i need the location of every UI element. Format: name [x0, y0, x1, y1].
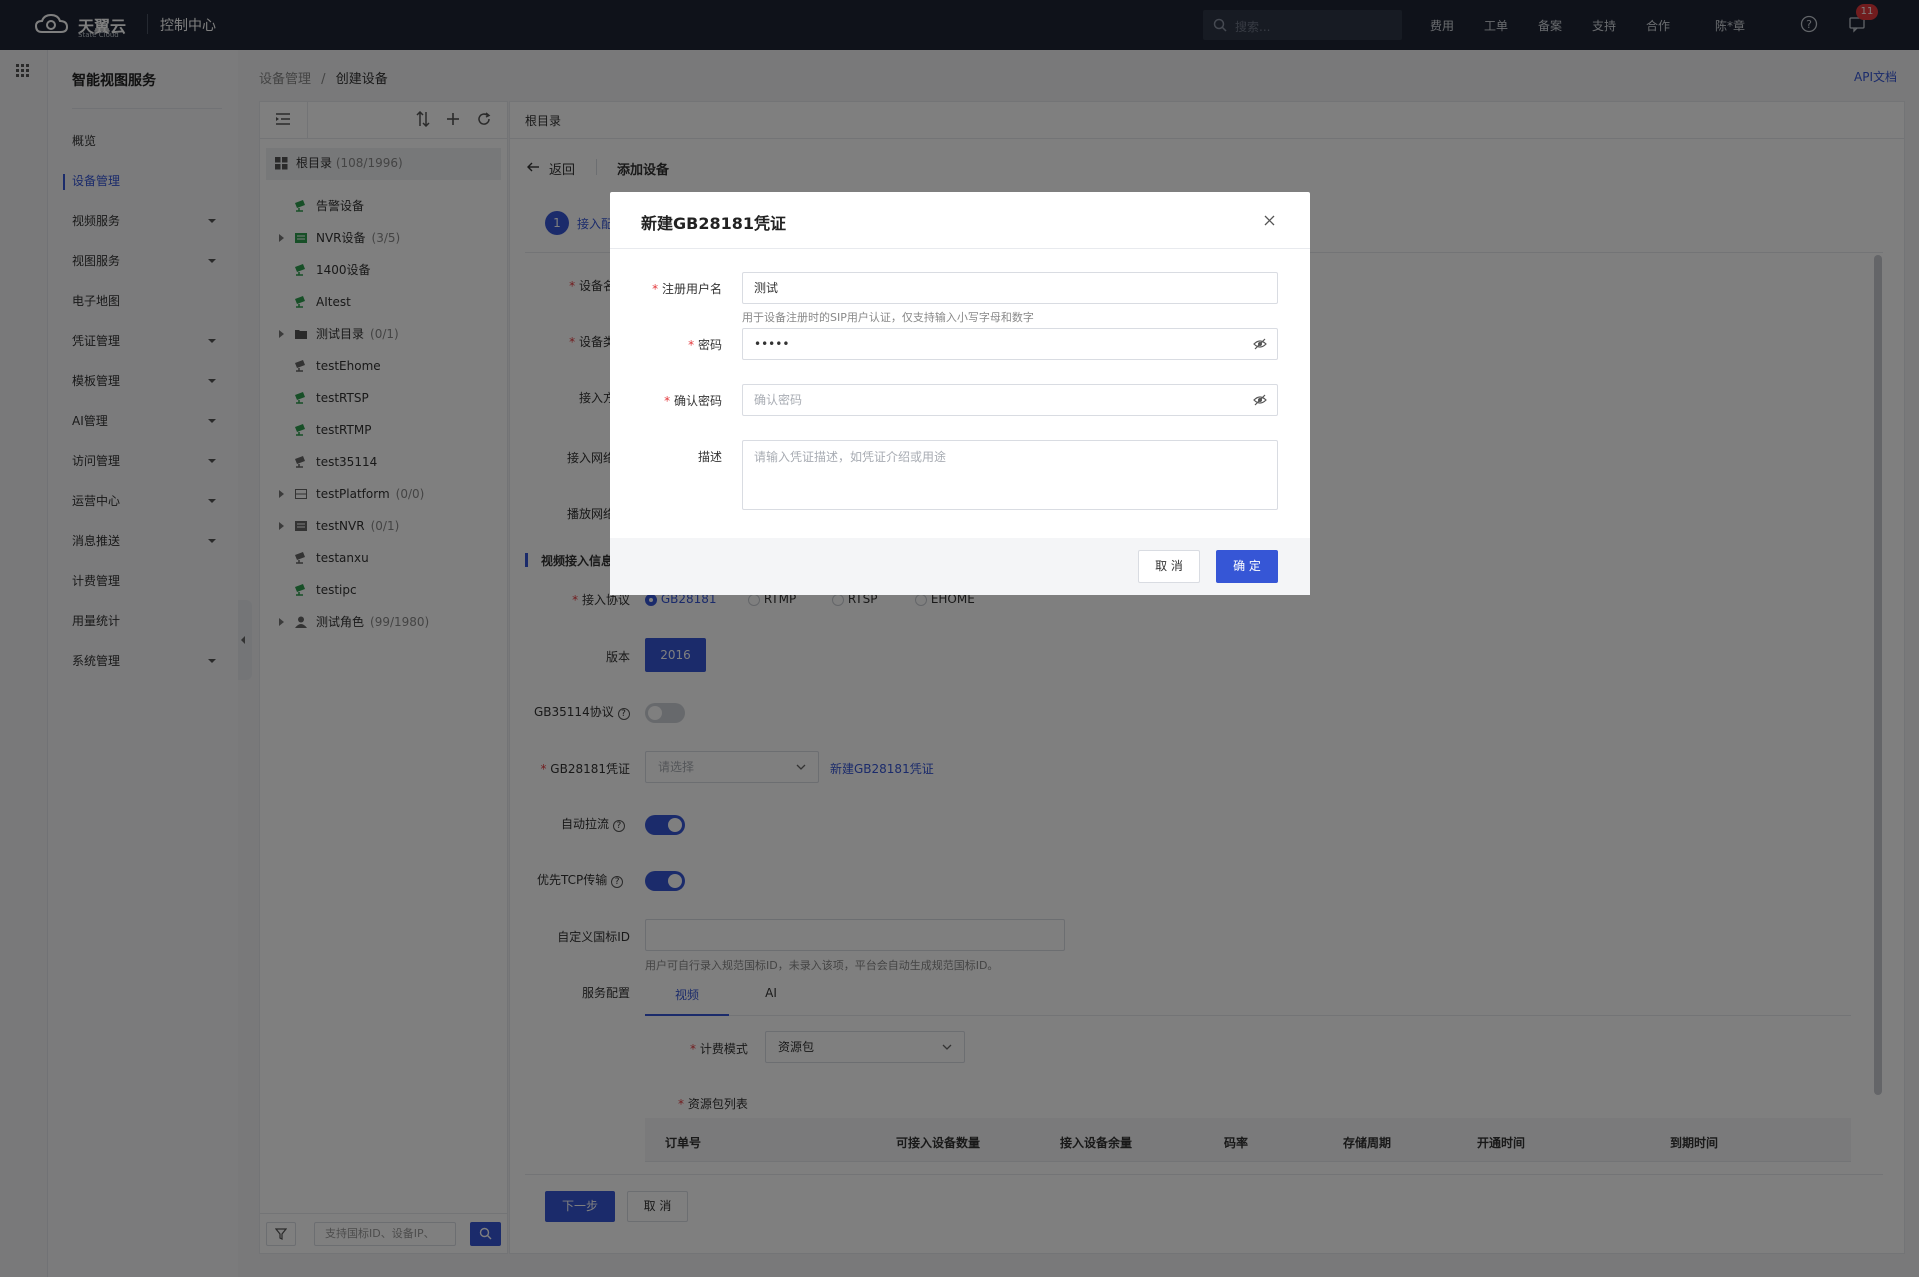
password-label: * 密码: [688, 338, 722, 352]
description-textarea[interactable]: 请输入凭证描述，如凭证介绍或用途: [742, 440, 1278, 510]
description-label: 描述: [697, 450, 722, 464]
dialog-confirm-button[interactable]: 确 定: [1216, 550, 1278, 583]
confirm-password-input[interactable]: 确认密码: [742, 384, 1278, 416]
password-value: •••••: [754, 337, 790, 351]
confirm-password-label: * 确认密码: [664, 394, 722, 408]
dialog-header-divider: [610, 248, 1310, 249]
dialog-title: 新建GB28181凭证: [641, 214, 786, 233]
username-hint: 用于设备注册时的SIP用户认证，仅支持输入小写字母和数字: [742, 311, 1034, 324]
form-label-text: 确认密码: [673, 394, 722, 408]
input-placeholder: 确认密码: [754, 393, 803, 407]
password-input[interactable]: •••••: [742, 328, 1278, 360]
eye-hidden-icon[interactable]: [1253, 338, 1267, 350]
eye-hidden-icon[interactable]: [1253, 394, 1267, 406]
form-label-text: 密码: [697, 338, 722, 352]
close-icon[interactable]: [1264, 215, 1275, 226]
dialog-cancel-button[interactable]: 取 消: [1138, 550, 1200, 583]
dialog-footer: [610, 538, 1310, 595]
username-input[interactable]: 测试: [742, 272, 1278, 304]
form-label-text: 注册用户名: [661, 282, 722, 296]
username-label: * 注册用户名: [652, 282, 722, 296]
